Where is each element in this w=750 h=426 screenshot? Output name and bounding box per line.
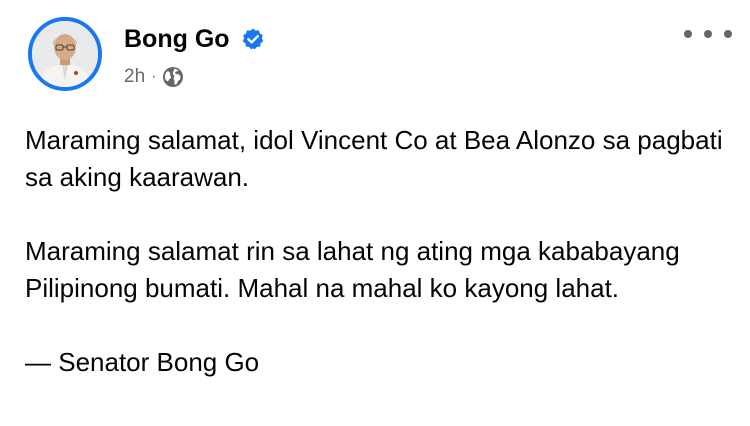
facebook-post: Bong Go 2h · Maraming salamat, idol Vinc…: [0, 0, 750, 426]
more-options-dot: [724, 30, 732, 38]
meta-separator: ·: [151, 68, 157, 85]
more-options-dot: [704, 30, 712, 38]
verified-badge-icon: [242, 28, 264, 50]
globe-icon[interactable]: [162, 66, 184, 88]
post-text: Maraming salamat, idol Vincent Co at Bea…: [25, 122, 725, 381]
author-name[interactable]: Bong Go: [124, 24, 230, 54]
post-meta: 2h ·: [124, 64, 184, 90]
avatar[interactable]: [28, 17, 102, 91]
profile-photo: [32, 21, 98, 87]
post-timestamp[interactable]: 2h: [124, 66, 145, 88]
post-signature: — Senator Bong Go: [25, 347, 260, 377]
more-options-dot: [684, 30, 692, 38]
more-options-icon[interactable]: [684, 20, 732, 48]
post-paragraph: Maraming salamat rin sa lahat ng ating m…: [25, 236, 680, 303]
post-paragraph: Maraming salamat, idol Vincent Co at Bea…: [25, 125, 723, 192]
